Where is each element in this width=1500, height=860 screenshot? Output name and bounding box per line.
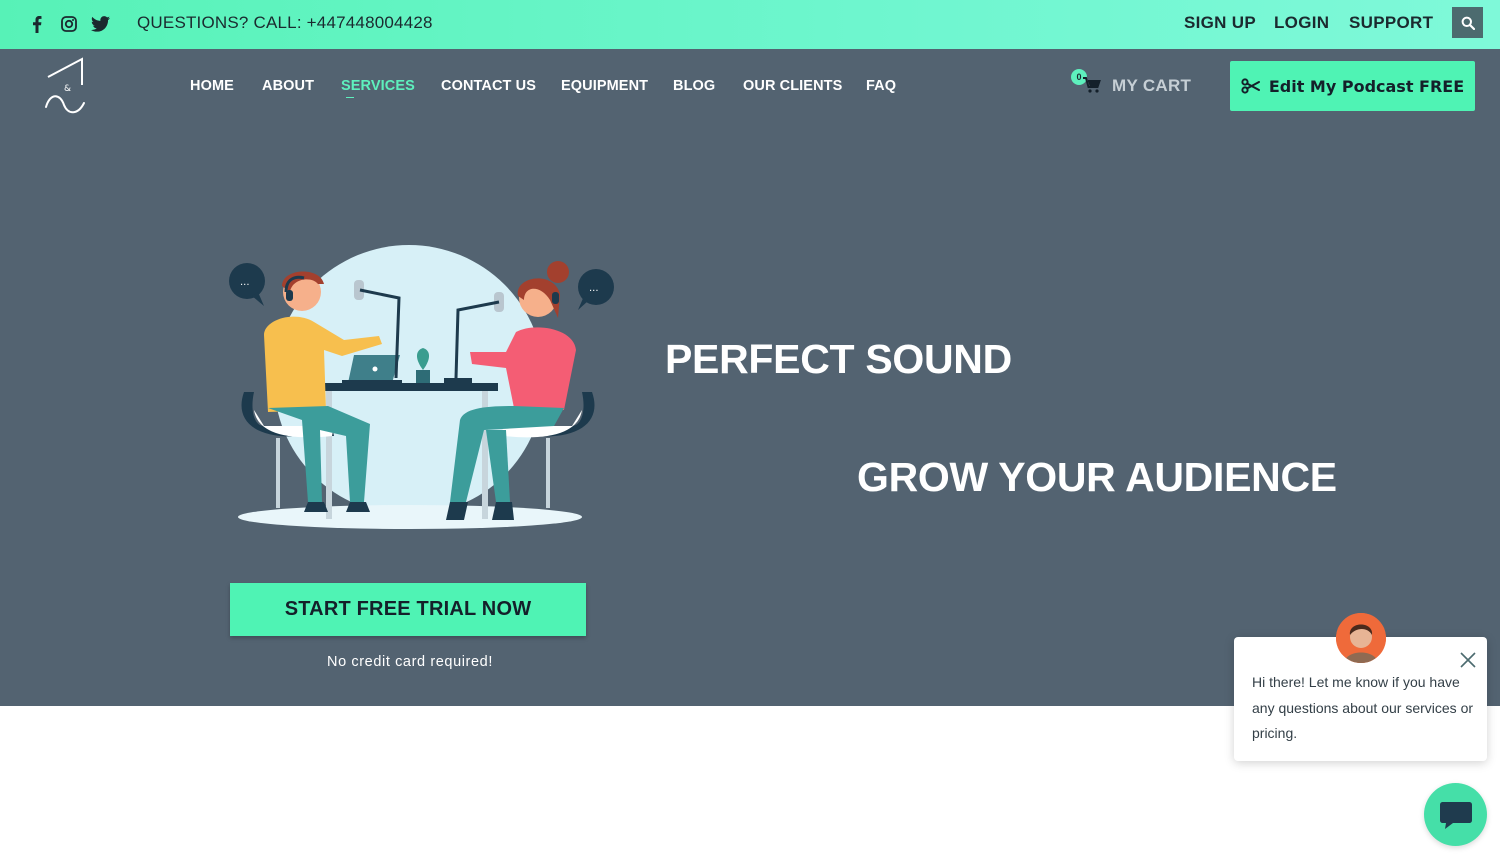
svg-text:...: ... bbox=[589, 283, 599, 294]
login-link[interactable]: LOGIN bbox=[1274, 13, 1329, 33]
nav-services[interactable]: SERVICES bbox=[341, 78, 415, 94]
edit-podcast-button[interactable]: Edit My Podcast FREE bbox=[1230, 61, 1475, 111]
nav-home[interactable]: HOME bbox=[190, 78, 234, 94]
search-button[interactable] bbox=[1452, 7, 1483, 38]
podcast-hosts-illustration: ... ... bbox=[224, 240, 619, 535]
site-logo[interactable]: & bbox=[42, 57, 90, 117]
logo-icon: & bbox=[45, 57, 85, 114]
active-nav-indicator bbox=[346, 97, 354, 98]
edit-podcast-label: Edit My Podcast FREE bbox=[1268, 76, 1465, 96]
hero-headline-grow-audience: GROW YOUR AUDIENCE bbox=[857, 454, 1337, 500]
nav-contact-us[interactable]: CONTACT US bbox=[441, 78, 536, 94]
cart-icon[interactable] bbox=[1082, 76, 1102, 94]
support-link[interactable]: SUPPORT bbox=[1349, 13, 1433, 33]
instagram-icon[interactable] bbox=[59, 14, 79, 34]
no-credit-card-note: No credit card required! bbox=[327, 654, 493, 670]
nav-equipment[interactable]: EQUIPMENT bbox=[561, 78, 648, 94]
nav-about[interactable]: ABOUT bbox=[262, 78, 314, 94]
scissors-icon bbox=[1241, 78, 1260, 94]
phone-contact-text: QUESTIONS? CALL: +447448004428 bbox=[137, 13, 433, 32]
twitter-icon[interactable] bbox=[90, 14, 110, 34]
chat-launcher-button[interactable] bbox=[1424, 783, 1487, 846]
start-free-trial-button[interactable]: START FREE TRIAL NOW bbox=[230, 583, 586, 636]
close-icon bbox=[1460, 652, 1476, 668]
chat-icon bbox=[1439, 801, 1472, 829]
signup-link[interactable]: SIGN UP bbox=[1184, 13, 1256, 33]
chat-agent-avatar bbox=[1336, 613, 1386, 663]
chat-close-button[interactable] bbox=[1459, 651, 1477, 669]
top-bar: QUESTIONS? CALL: +447448004428 SIGN UP L… bbox=[0, 0, 1500, 49]
my-cart-link[interactable]: MY CART bbox=[1112, 76, 1191, 96]
svg-text:&: & bbox=[64, 84, 71, 94]
hero-headline-perfect-sound: PERFECT SOUND bbox=[665, 336, 1012, 382]
nav-blog[interactable]: BLOG bbox=[673, 78, 715, 94]
chat-message: Hi there! Let me know if you have any qu… bbox=[1252, 674, 1474, 741]
facebook-icon[interactable] bbox=[27, 14, 47, 34]
nav-our-clients[interactable]: OUR CLIENTS bbox=[743, 78, 842, 94]
start-free-trial-label: START FREE TRIAL NOW bbox=[284, 598, 532, 620]
search-icon bbox=[1461, 16, 1475, 30]
nav-faq[interactable]: FAQ bbox=[866, 78, 896, 94]
svg-text:...: ... bbox=[240, 277, 250, 288]
